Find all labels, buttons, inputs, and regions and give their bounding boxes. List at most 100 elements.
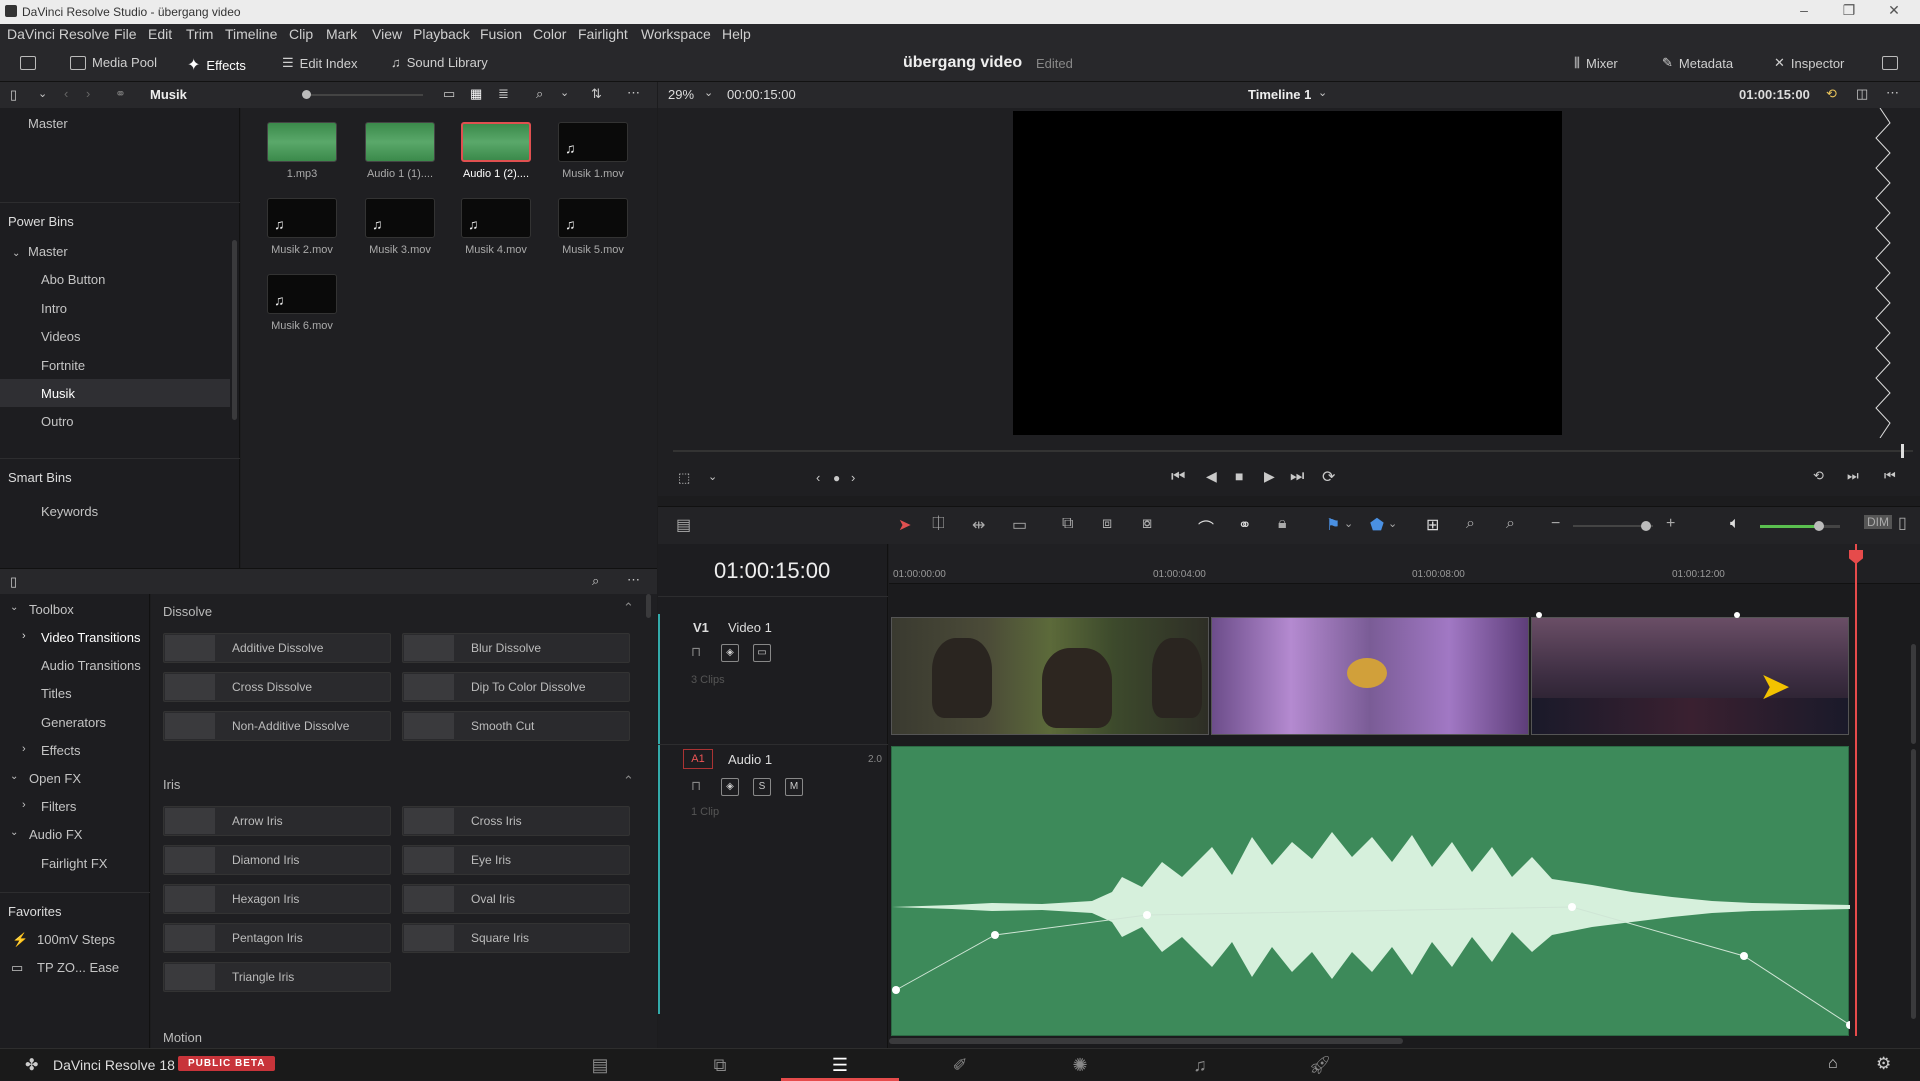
fusion-page-icon[interactable]: ✐ (901, 1049, 1019, 1081)
dual-view-icon[interactable]: ◫ (1856, 86, 1868, 102)
back-icon[interactable]: ‹ (64, 86, 68, 101)
settings-gear-icon[interactable]: ⚙ (1876, 1054, 1891, 1074)
menu-fairlight[interactable]: Fairlight (578, 26, 628, 42)
smart-bin-keywords[interactable]: Keywords (41, 504, 98, 519)
chevron-down-icon[interactable]: ⌄ (10, 827, 18, 838)
effects-scrollbar[interactable] (646, 594, 651, 618)
effect-smooth-cut[interactable]: Smooth Cut (402, 711, 630, 741)
chevron-down-icon[interactable]: ⌄ (38, 87, 47, 100)
video-track-id[interactable]: V1 (693, 620, 709, 635)
chevron-down-icon[interactable]: ⌄ (560, 86, 569, 99)
effect-diamond-iris[interactable]: Diamond Iris (163, 845, 391, 875)
grid-view-icon[interactable]: ▦ (470, 86, 482, 102)
clip-thumbnail-musik-4[interactable]: ♫ (461, 198, 531, 238)
video-clip-city-night[interactable] (1531, 617, 1849, 735)
speaker-icon[interactable]: 🔈︎ (1730, 515, 1740, 533)
power-bin-master[interactable]: Master (28, 244, 68, 259)
menu-timeline[interactable]: Timeline (225, 26, 277, 42)
tree-audio-fx[interactable]: Audio FX (29, 827, 82, 842)
bin-scrollbar[interactable] (232, 240, 237, 420)
keyframe-handle[interactable] (1536, 612, 1542, 618)
chevron-down-icon[interactable]: ⌄ (12, 248, 20, 259)
fullscreen-icon[interactable] (1882, 56, 1898, 70)
slider-knob[interactable] (302, 90, 311, 99)
zoom-level[interactable]: 29% (668, 87, 694, 102)
menu-view[interactable]: View (372, 26, 402, 42)
more-options-icon[interactable]: ⋯ (1886, 85, 1899, 101)
media-page-icon[interactable]: ▤ (541, 1049, 659, 1081)
selection-tool-icon[interactable]: ➤ (898, 515, 911, 535)
skip-to-end-icon[interactable]: ⏭ (1290, 468, 1304, 486)
thumbnail-size-slider[interactable] (305, 94, 423, 96)
lock-icon[interactable]: ⊓ (691, 778, 701, 794)
volume-knob[interactable] (1814, 521, 1824, 531)
clip-thumbnail-1mp3[interactable] (267, 122, 337, 162)
chevron-down-icon[interactable]: ⌄ (708, 470, 717, 483)
menu-color[interactable]: Color (533, 26, 566, 42)
audio-track-name[interactable]: Audio 1 (728, 752, 772, 767)
tree-generators[interactable]: Generators (41, 715, 106, 730)
color-page-icon[interactable]: ✺ (1021, 1049, 1139, 1081)
volume-keyframe[interactable] (1740, 952, 1748, 960)
maximize-button[interactable]: ❐ (1829, 2, 1869, 22)
favorite-100mv-steps[interactable]: 100mV Steps (37, 932, 115, 947)
flag-icon[interactable]: ⚑ (1326, 515, 1340, 535)
more-options-icon[interactable]: ⋯ (627, 572, 640, 588)
menu-trim[interactable]: Trim (186, 26, 213, 42)
play-icon[interactable]: ▶ (1264, 468, 1275, 485)
tree-toolbox[interactable]: Toolbox (29, 602, 74, 617)
menu-mark[interactable]: Mark (326, 26, 357, 42)
jog-right-icon[interactable]: › (851, 470, 855, 485)
menu-clip[interactable]: Clip (289, 26, 313, 42)
loop-icon[interactable]: ⟳ (1322, 467, 1335, 487)
tree-filters[interactable]: Filters (41, 799, 76, 814)
next-edit-icon[interactable]: ⏭ (1847, 468, 1859, 484)
edit-index-button[interactable]: ☰ Edit Index (282, 55, 357, 71)
clip-thumbnail-musik-6[interactable]: ♫ (267, 274, 337, 314)
collapse-icon[interactable]: ⌃ (623, 773, 634, 789)
replace-clip-icon[interactable]: ⧇ (1142, 515, 1152, 533)
more-options-icon[interactable]: ⋯ (627, 85, 640, 101)
trim-tool-icon[interactable]: ⎅ (932, 515, 945, 533)
dim-icon[interactable]: DIM (1864, 515, 1892, 529)
audio-track-id[interactable]: A1 (683, 749, 713, 769)
effect-hexagon-iris[interactable]: Hexagon Iris (163, 884, 391, 914)
marker-icon[interactable]: ⬟ (1370, 515, 1384, 535)
collapse-icon[interactable]: ⌃ (623, 600, 634, 616)
video-track-name[interactable]: Video 1 (728, 620, 772, 635)
effect-non-additive-dissolve[interactable]: Non-Additive Dissolve (163, 711, 391, 741)
link-icon[interactable]: ⚭ (115, 86, 126, 102)
sync-icon[interactable]: ⟲ (1826, 86, 1837, 102)
timeline-ruler[interactable] (889, 544, 1920, 584)
monitor-icon[interactable] (20, 56, 36, 70)
volume-keyframe[interactable] (991, 931, 999, 939)
sound-library-button[interactable]: ♫ Sound Library (391, 55, 488, 70)
stop-icon[interactable]: ■ (1235, 468, 1243, 484)
deliver-page-icon[interactable]: 🚀︎ (1261, 1049, 1379, 1081)
dynamic-trim-icon[interactable]: ⇹ (972, 515, 985, 535)
power-bin-intro[interactable]: Intro (41, 301, 67, 316)
effect-dip-to-color-dissolve[interactable]: Dip To Color Dissolve (402, 672, 630, 702)
meter-icon[interactable]: ▯ (1898, 513, 1907, 533)
chevron-down-icon[interactable]: ⌄ (1388, 517, 1397, 530)
clip-thumbnail-musik-2[interactable]: ♫ (267, 198, 337, 238)
search-icon[interactable]: ⌕ (592, 573, 599, 589)
timeline-options-icon[interactable]: ▤ (676, 515, 691, 535)
master-bin[interactable]: Master (28, 116, 68, 131)
video-track-scrollbar[interactable] (1911, 644, 1916, 744)
viewer-mode-icon[interactable]: ⬚ (678, 470, 690, 486)
media-pool-button[interactable]: Media Pool (70, 55, 157, 70)
zoom-out-icon[interactable]: − (1551, 515, 1560, 533)
play-reverse-icon[interactable]: ◀ (1206, 468, 1217, 485)
skip-to-start-icon[interactable]: ⏮ (1171, 468, 1185, 486)
lock-icon[interactable]: 🔒︎ (1278, 515, 1287, 533)
volume-keyframe[interactable] (892, 986, 900, 994)
clip-thumbnail-musik-5[interactable]: ♫ (558, 198, 628, 238)
video-clip-bear[interactable] (891, 617, 1209, 735)
list-view-icon[interactable]: ≣ (498, 86, 509, 102)
auto-track-select-icon[interactable]: ◈ (721, 644, 739, 662)
power-bin-videos[interactable]: Videos (41, 329, 81, 344)
video-clip-flower[interactable] (1211, 617, 1529, 735)
forward-icon[interactable]: › (86, 86, 90, 101)
timeline-playhead[interactable] (1855, 544, 1857, 1036)
